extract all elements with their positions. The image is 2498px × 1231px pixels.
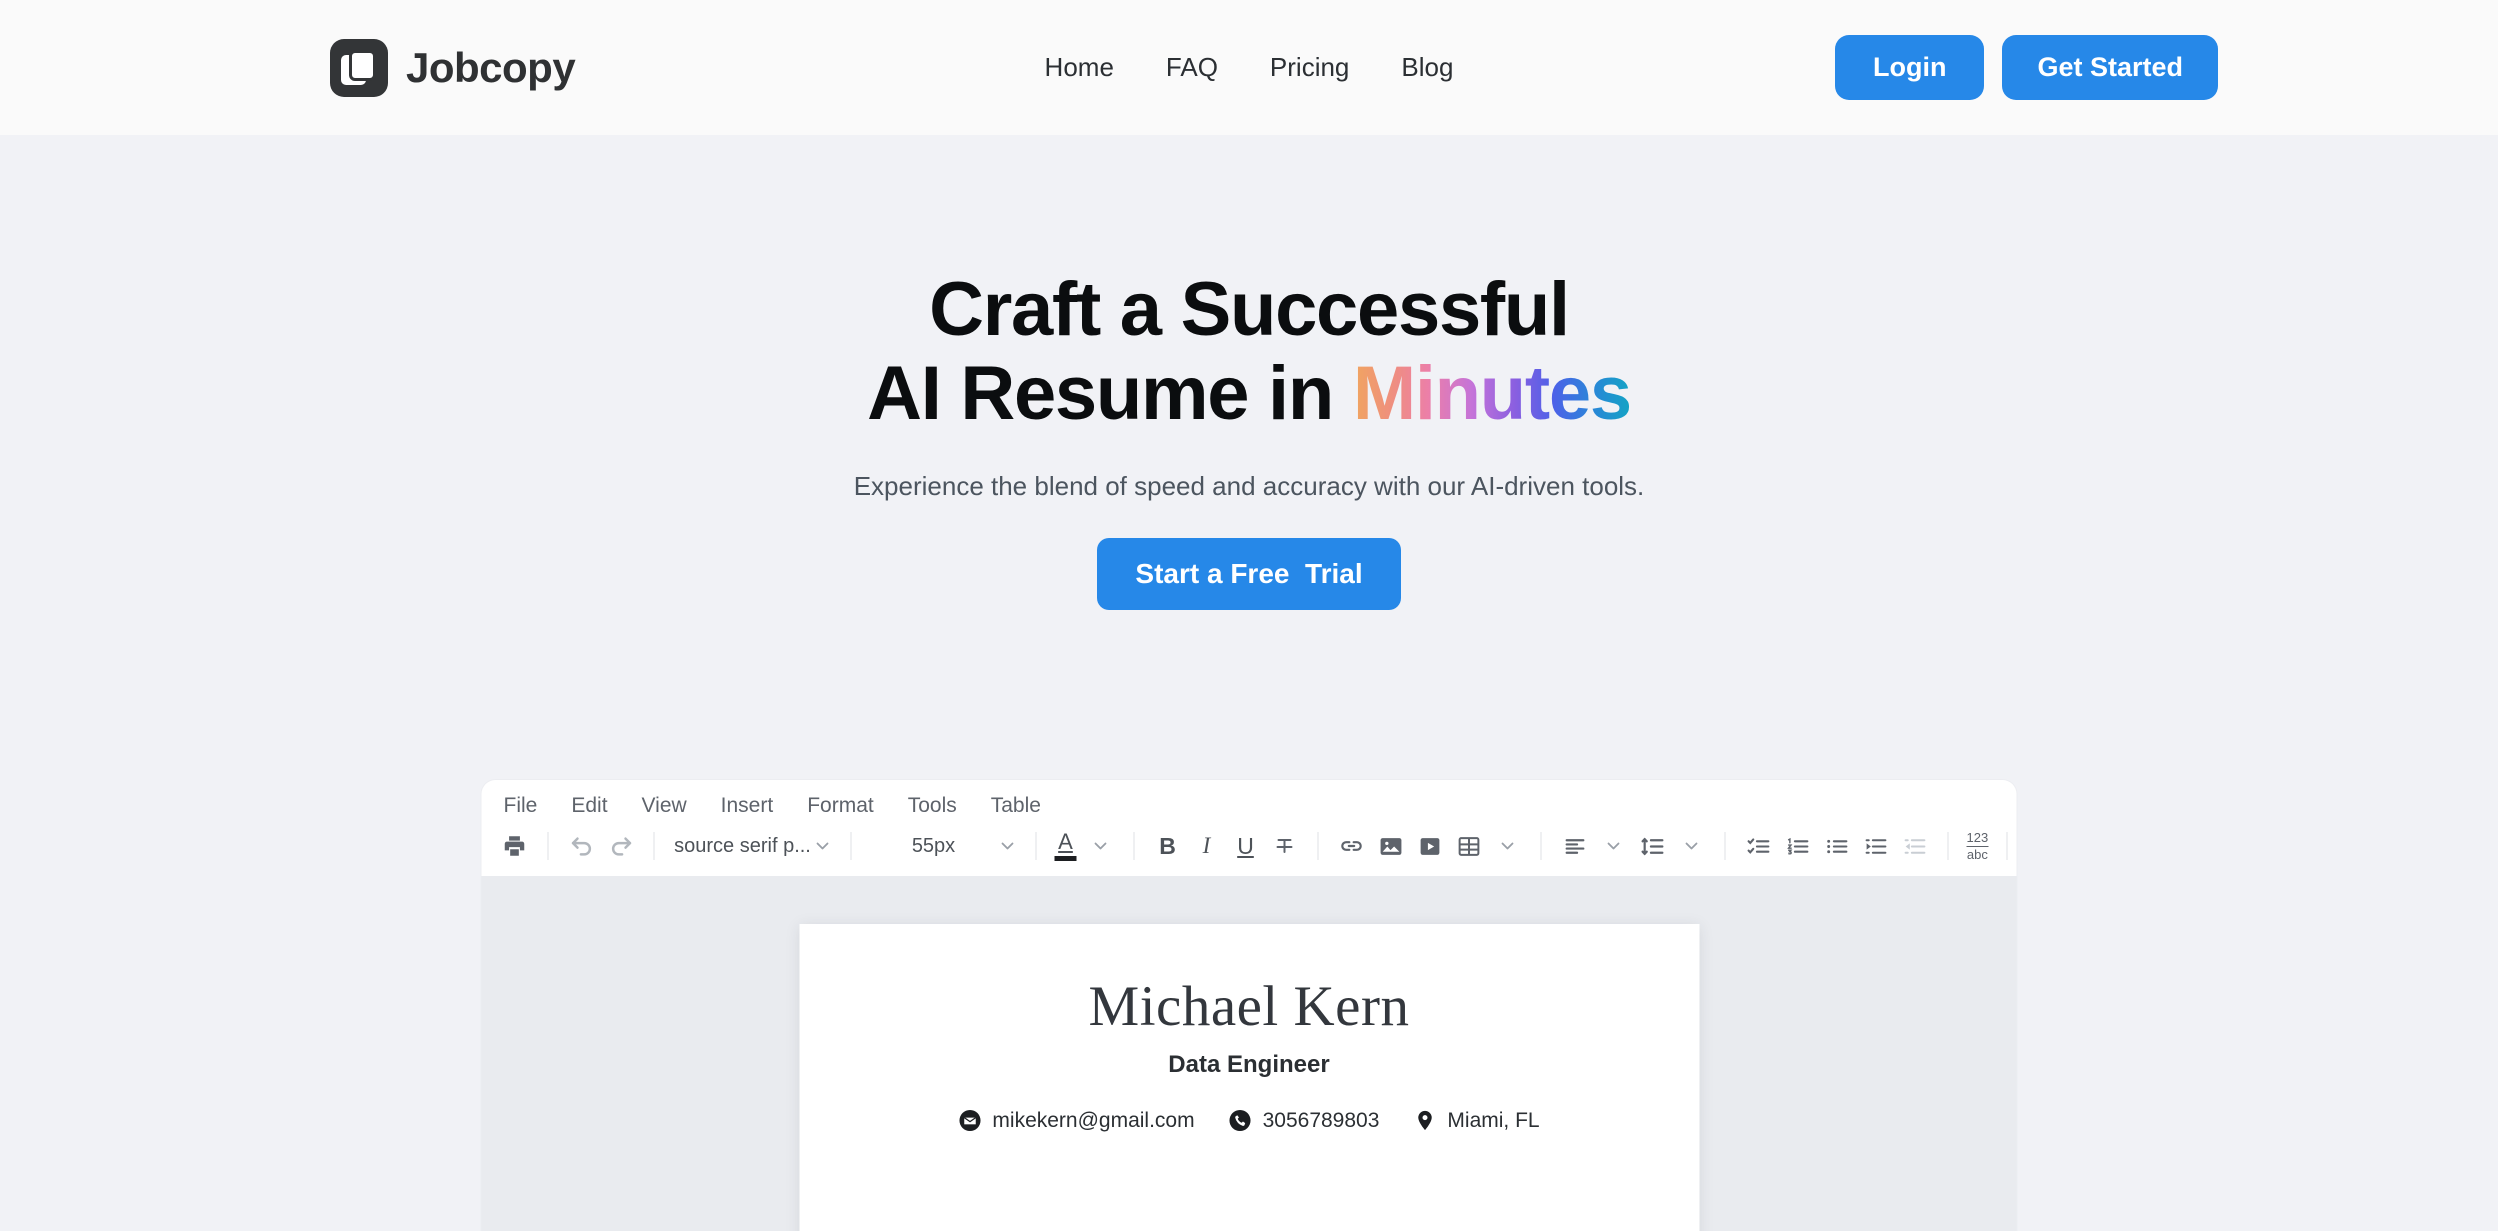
undo-icon[interactable] [567, 830, 597, 862]
resume-contact-row: mikekern@gmail.com 3056789803 Miami, FL [869, 1109, 1629, 1133]
numbered-list-icon[interactable] [1783, 830, 1813, 862]
image-icon[interactable] [1376, 830, 1406, 862]
increase-indent-icon[interactable] [1861, 830, 1891, 862]
strikethrough-icon[interactable] [1270, 830, 1300, 862]
hero-subtitle: Experience the blend of speed and accura… [853, 470, 1645, 501]
editor-preview: File Edit View Insert Format Tools Table [481, 780, 2017, 1231]
hero-title-highlight: Minutes [1352, 351, 1632, 437]
brand-name: Jobcopy [406, 43, 576, 91]
toolbar-divider [547, 832, 549, 860]
menu-item-view[interactable]: View [642, 794, 687, 818]
line-height-chevron-down-icon[interactable] [1677, 830, 1707, 862]
link-icon[interactable] [1337, 830, 1367, 862]
toolbar-divider [653, 832, 655, 860]
contact-phone: 3056789803 [1229, 1108, 1380, 1133]
underline-icon[interactable]: U [1231, 830, 1261, 862]
hero-section: Craft a Successful AI Resume in Minutes … [0, 135, 2498, 1231]
font-family-select[interactable]: source serif p... [673, 835, 833, 858]
start-free-trial-button[interactable]: Start a Free Trial [1097, 537, 1401, 610]
resume-name: Michael Kern [1088, 975, 1410, 1038]
chevron-down-icon [1001, 842, 1014, 850]
get-started-button[interactable]: Get Started [2002, 35, 2218, 100]
table-icon[interactable] [1454, 830, 1484, 862]
toolbar-divider [1317, 832, 1319, 860]
italic-icon[interactable]: I [1192, 830, 1222, 862]
toolbar-divider [1947, 832, 1949, 860]
menu-item-format[interactable]: Format [807, 794, 874, 818]
font-family-value: source serif p... [674, 834, 811, 857]
contact-location: Miami, FL [1413, 1108, 1540, 1133]
toolbar-divider [850, 832, 852, 860]
resume-page[interactable]: Michael Kern Data Engineer mikekern@gmai… [799, 924, 1699, 1231]
menu-item-insert[interactable]: Insert [721, 794, 774, 818]
resume-role: Data Engineer [1168, 1050, 1330, 1078]
editor-chrome: File Edit View Insert Format Tools Table [481, 780, 2017, 876]
hero-title-line-2-prefix: AI Resume in [867, 351, 1353, 437]
location-pin-icon [1418, 1111, 1432, 1131]
checklist-icon[interactable] [1744, 830, 1774, 862]
envelope-icon [959, 1110, 981, 1132]
line-height-icon[interactable] [1638, 830, 1668, 862]
contact-phone-value: 3056789803 [1262, 1108, 1380, 1132]
print-icon[interactable] [500, 830, 530, 862]
decrease-indent-icon[interactable] [1900, 830, 1930, 862]
align-left-icon[interactable] [1560, 830, 1590, 862]
text-color-icon[interactable]: A [1054, 831, 1077, 861]
toolbar-divider [1035, 832, 1037, 860]
bullet-list-icon[interactable] [1822, 830, 1852, 862]
hero-title-line-1: Craft a Successful [929, 267, 1570, 352]
header-actions: Login Get Started [1834, 35, 2218, 100]
editor-canvas: Michael Kern Data Engineer mikekern@gmai… [481, 876, 2017, 1231]
login-button[interactable]: Login [1834, 35, 1985, 100]
page-title: Craft a Successful AI Resume in Minutes [0, 267, 2498, 437]
toolbar-divider [1540, 832, 1542, 860]
contact-email: mikekern@gmail.com [958, 1108, 1195, 1133]
menu-item-edit[interactable]: Edit [571, 794, 607, 818]
editor-toolbar: source serif p... 55px A B I U 123 abc [482, 824, 2017, 876]
word-count-icon[interactable]: 123 abc [1966, 831, 1989, 861]
bold-icon[interactable]: B [1153, 830, 1183, 862]
table-chevron-down-icon[interactable] [1493, 830, 1523, 862]
text-color-chevron-down-icon[interactable] [1086, 830, 1116, 862]
nav-link-pricing[interactable]: Pricing [1270, 52, 1349, 83]
toolbar-divider [2006, 832, 2008, 860]
editor-menu-bar: File Edit View Insert Format Tools Table [482, 780, 2017, 824]
menu-item-file[interactable]: File [504, 794, 538, 818]
site-header: Jobcopy Home FAQ Pricing Blog Login Get … [0, 0, 2498, 135]
nav-link-faq[interactable]: FAQ [1166, 52, 1218, 83]
contact-location-value: Miami, FL [1447, 1108, 1540, 1132]
align-chevron-down-icon[interactable] [1599, 830, 1629, 862]
menu-item-tools[interactable]: Tools [908, 794, 957, 818]
nav-link-home[interactable]: Home [1045, 52, 1114, 83]
brand-logo[interactable]: Jobcopy [330, 38, 576, 97]
contact-email-value: mikekern@gmail.com [992, 1108, 1195, 1132]
font-size-value: 55px [911, 834, 956, 857]
documents-logo-icon [330, 38, 388, 97]
main-nav: Home FAQ Pricing Blog [1045, 52, 1454, 83]
font-size-select[interactable]: 55px [870, 835, 1018, 858]
chevron-down-icon [816, 842, 829, 850]
nav-link-blog[interactable]: Blog [1401, 52, 1453, 83]
redo-icon[interactable] [606, 830, 636, 862]
phone-icon [1229, 1110, 1251, 1132]
menu-item-table[interactable]: Table [991, 794, 1041, 818]
toolbar-divider [1724, 832, 1726, 860]
video-icon[interactable] [1415, 830, 1445, 862]
toolbar-divider [1133, 832, 1135, 860]
